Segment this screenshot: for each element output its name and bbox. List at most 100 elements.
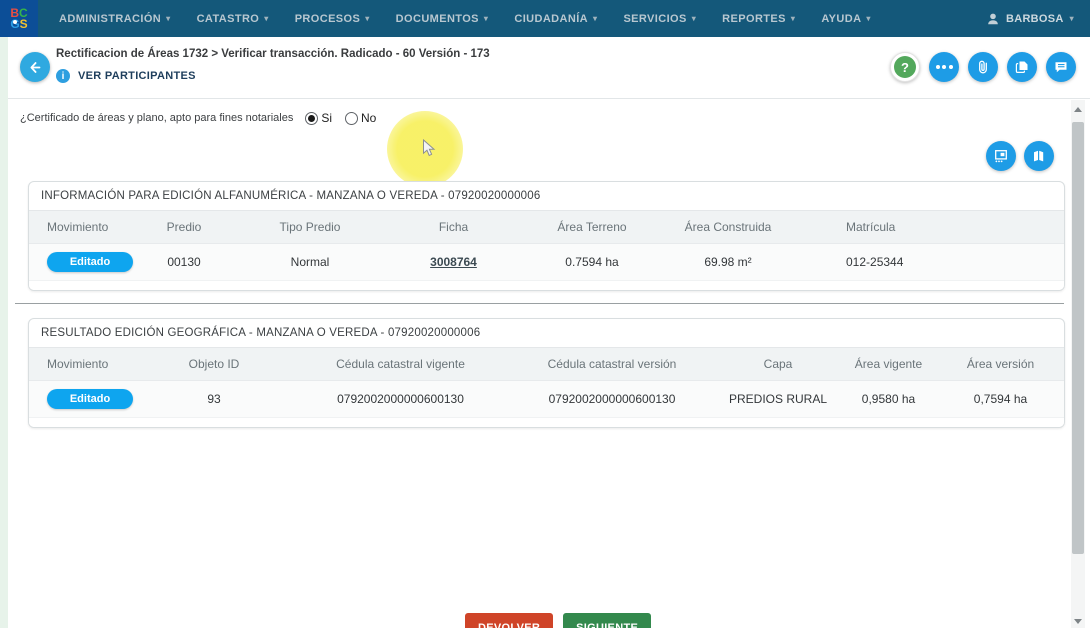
chevron-down-icon: ▾ [866, 14, 871, 23]
breadcrumb: Rectificacion de Áreas 1732 > Verificar … [56, 48, 490, 60]
nav-item-documentos[interactable]: DOCUMENTOS ▾ [383, 13, 502, 25]
page-left-margin [0, 37, 8, 628]
nav-item-procesos[interactable]: PROCESOS ▾ [282, 13, 383, 25]
nav-item-ayuda[interactable]: AYUDA ▾ [808, 13, 884, 25]
map-button[interactable] [1024, 141, 1054, 171]
col-capa: Capa [714, 348, 842, 381]
chevron-down-icon: ▾ [1069, 14, 1074, 23]
table-row: Editado 00130 Normal 3008764 0.7594 ha 6… [29, 243, 1064, 281]
more-options-icon [935, 65, 953, 69]
cell-capa: PREDIOS RURAL [714, 380, 842, 418]
cell-objeto-id: 93 [137, 380, 291, 418]
cell-tipo-predio: Normal [239, 243, 381, 281]
cell-cedula-vigente: 0792002000000600130 [291, 380, 510, 418]
cell-predio: 00130 [129, 243, 239, 281]
subtitle-row: i VER PARTICIPANTES [56, 69, 196, 83]
chevron-down-icon: ▾ [593, 14, 598, 23]
comments-icon [1055, 62, 1067, 73]
map-tool-icons [986, 141, 1054, 171]
more-options-button[interactable] [929, 52, 959, 82]
scrollbar-thumb[interactable] [1072, 122, 1084, 554]
nav-item-servicios[interactable]: SERVICIOS ▾ [610, 13, 709, 25]
notarial-question-row: ¿Certificado de áreas y plano, apto para… [20, 111, 376, 125]
col-ficha: Ficha [381, 211, 526, 244]
attachment-icon [979, 60, 987, 74]
section-alfanumerica: INFORMACIÓN PARA EDICIÓN ALFANUMÉRICA - … [28, 181, 1065, 291]
section-alfanumerica-title: INFORMACIÓN PARA EDICIÓN ALFANUMÉRICA - … [29, 182, 1064, 211]
radio-si-selected[interactable] [305, 111, 319, 125]
help-icon: ? [894, 56, 916, 78]
attachment-button[interactable] [968, 52, 998, 82]
help-button[interactable]: ? [890, 52, 920, 82]
cell-cedula-version: 0792002000000600130 [510, 380, 714, 418]
geografica-header-row: Movimiento Objeto ID Cédula catastral vi… [29, 348, 1064, 381]
user-menu[interactable]: BARBOSA ▾ [986, 12, 1074, 26]
nav-item-catastro[interactable]: CATASTRO ▾ [184, 13, 282, 25]
col-matricula: Matrícula [798, 211, 1064, 244]
col-area-construida: Área Construida [658, 211, 798, 244]
cell-area-construida: 69.98 m² [658, 243, 798, 281]
footer-actions: DEVOLVER SIGUIENTE [465, 613, 652, 628]
geografica-table: Movimiento Objeto ID Cédula catastral vi… [29, 348, 1064, 418]
nav-item-ciudadania[interactable]: CIUDADANÍA ▾ [501, 13, 610, 25]
cell-area-vigente: 0,9580 ha [842, 380, 935, 418]
col-movimiento: Movimiento [29, 211, 129, 244]
col-cedula-version: Cédula catastral versión [510, 348, 714, 381]
status-badge-editado[interactable]: Editado [47, 388, 133, 409]
card-padding [29, 280, 1064, 290]
chevron-down-icon: ▾ [790, 14, 796, 23]
section-divider [15, 303, 1064, 304]
radio-option-si[interactable]: Si [305, 111, 332, 125]
nav-item-administracion[interactable]: ADMINISTRACIÓN ▾ [46, 13, 184, 25]
chevron-down-icon: ▾ [483, 14, 489, 23]
table-row: Editado 93 0792002000000600130 079200200… [29, 380, 1064, 418]
copy-documents-button[interactable] [1007, 52, 1037, 82]
section-geografica-title: RESULTADO EDICIÓN GEOGRÁFICA - MANZANA O… [29, 319, 1064, 348]
top-nav: BC GS ADMINISTRACIÓN▾ CATASTRO▾ PROCESOS… [0, 0, 1090, 37]
col-area-vigente: Área vigente [842, 348, 935, 381]
mouse-cursor [423, 139, 436, 157]
app-logo[interactable]: BC GS [0, 0, 38, 37]
main-content: ¿Certificado de áreas y plano, apto para… [8, 99, 1068, 628]
chevron-down-icon: ▾ [365, 14, 370, 23]
notarial-question-label: ¿Certificado de áreas y plano, apto para… [20, 112, 294, 124]
col-area-terreno: Área Terreno [526, 211, 658, 244]
radio-no-unselected[interactable] [345, 111, 358, 125]
cell-area-version: 0,7594 ha [935, 380, 1064, 418]
notarial-radio-group: Si No [305, 111, 376, 125]
chevron-down-icon: ▾ [166, 14, 171, 23]
alfanumerica-header-row: Movimiento Predio Tipo Predio Ficha Área… [29, 211, 1064, 244]
devolver-button[interactable]: DEVOLVER [465, 613, 554, 628]
vertical-scrollbar[interactable] [1071, 100, 1085, 628]
main-menu: ADMINISTRACIÓN ▾ CATASTRO ▾ PROCESOS ▾ DOCU… [46, 13, 884, 25]
page-header: Rectificacion de Áreas 1732 > Verificar … [8, 37, 1090, 99]
screen-select-icon [995, 150, 1007, 163]
radio-option-no[interactable]: No [345, 111, 376, 125]
col-cedula-vigente: Cédula catastral vigente [291, 348, 510, 381]
col-movimiento: Movimiento [29, 348, 137, 381]
ficha-link[interactable]: 3008764 [430, 255, 477, 269]
logo-dot [13, 20, 17, 24]
col-tipo-predio: Tipo Predio [239, 211, 381, 244]
nav-item-reportes[interactable]: REPORTES ▾ [709, 13, 808, 25]
comments-button[interactable] [1046, 52, 1076, 82]
screen-select-button[interactable] [986, 141, 1016, 171]
col-predio: Predio [129, 211, 239, 244]
copy-documents-icon [1015, 61, 1028, 73]
status-badge-editado[interactable]: Editado [47, 251, 133, 272]
app-window: BC GS ADMINISTRACIÓN▾ CATASTRO▾ PROCESOS… [0, 0, 1090, 628]
back-button[interactable] [20, 52, 50, 82]
col-area-version: Área versión [935, 348, 1064, 381]
chevron-down-icon: ▾ [691, 14, 697, 23]
scroll-up-icon[interactable] [1074, 107, 1082, 112]
scroll-down-icon[interactable] [1074, 619, 1082, 624]
alfanumerica-table: Movimiento Predio Tipo Predio Ficha Área… [29, 211, 1064, 281]
ver-participantes-link[interactable]: VER PARTICIPANTES [78, 70, 196, 82]
cell-area-terreno: 0.7594 ha [526, 243, 658, 281]
cell-matricula: 012-25344 [798, 243, 1064, 281]
arrow-left-icon [30, 61, 41, 73]
section-geografica: RESULTADO EDICIÓN GEOGRÁFICA - MANZANA O… [28, 318, 1065, 428]
col-objeto-id: Objeto ID [137, 348, 291, 381]
siguiente-button[interactable]: SIGUIENTE [563, 613, 652, 628]
user-name: BARBOSA [1005, 12, 1064, 25]
